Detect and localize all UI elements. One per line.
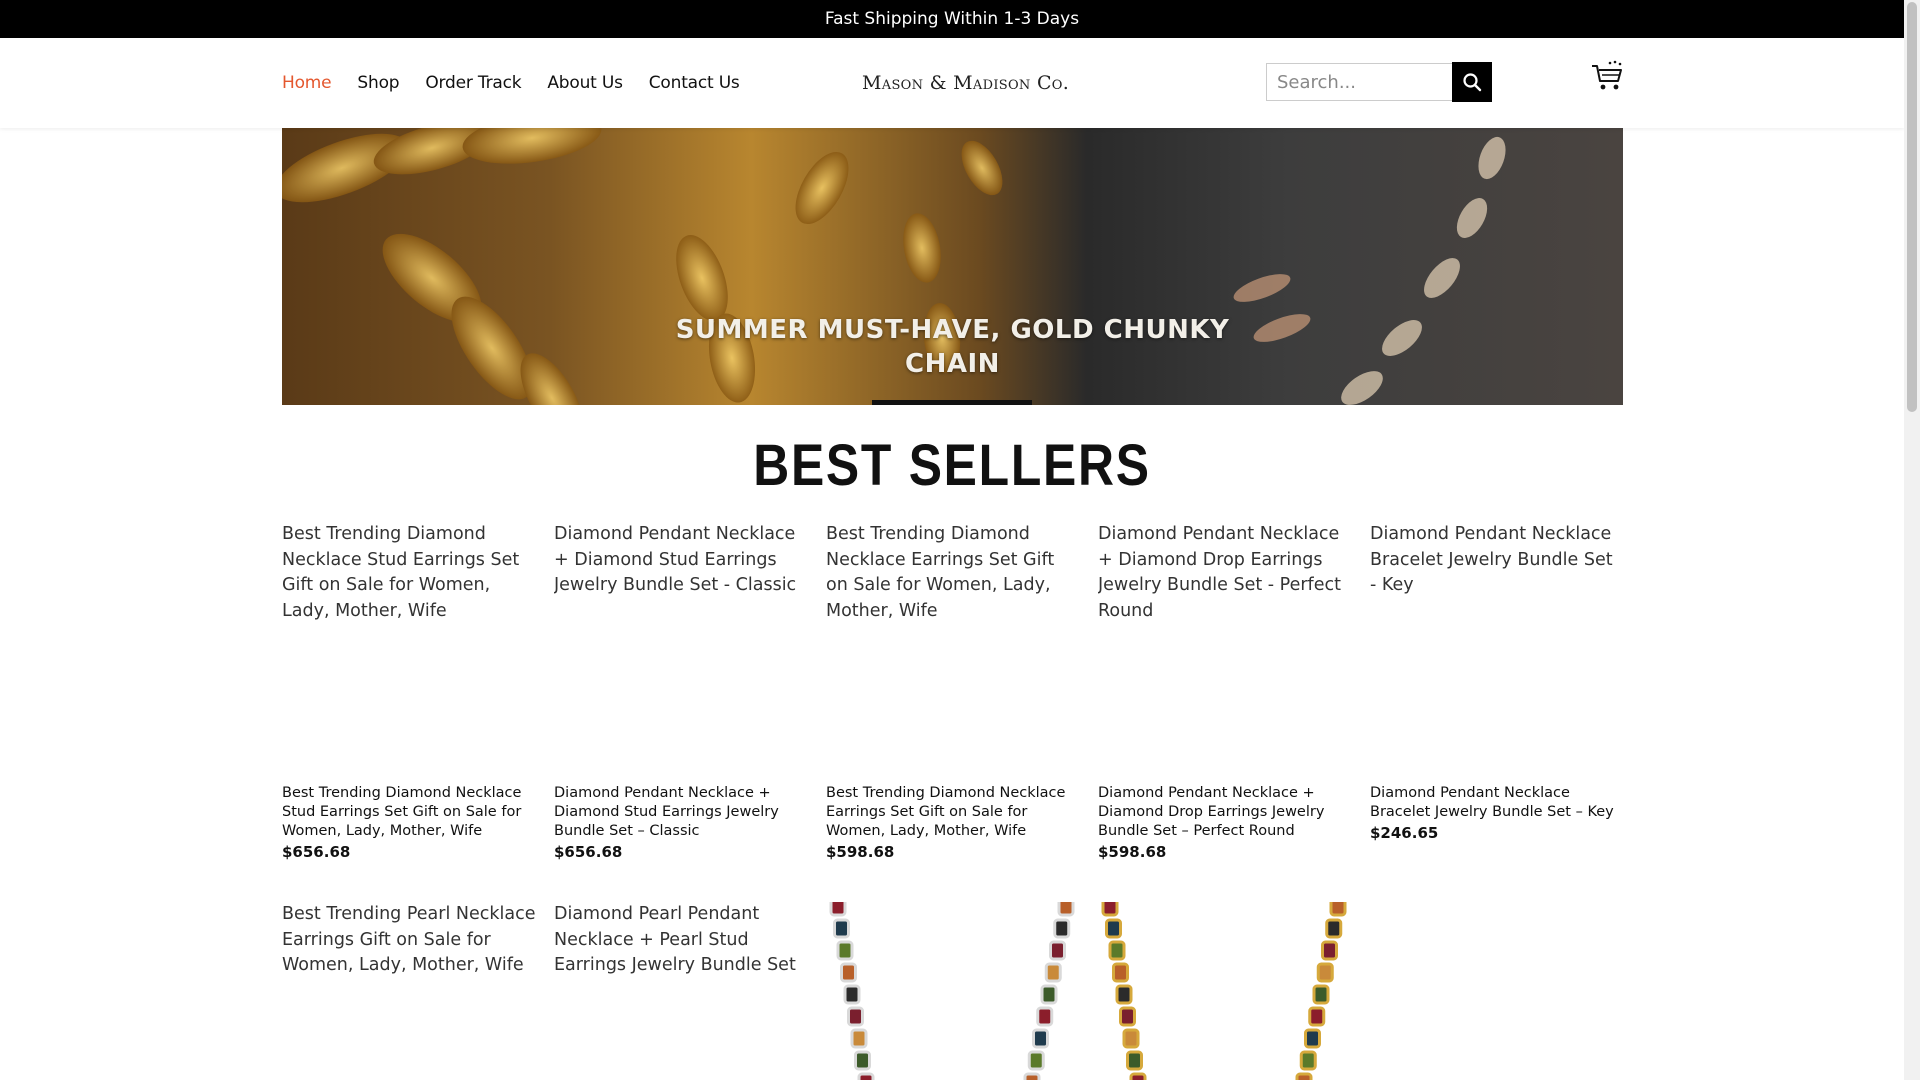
- page: Fast Shipping Within 1-3 Days Home Shop …: [0, 0, 1904, 1080]
- product-card[interactable]: Diamond Pendant Necklace + Diamond Stud …: [554, 522, 808, 861]
- product-card[interactable]: [1098, 902, 1352, 1080]
- product-image-alt[interactable]: Diamond Pendant Necklace + Diamond Drop …: [1098, 522, 1352, 778]
- brand-logo[interactable]: Mason & Madison Co.: [862, 38, 1069, 128]
- product-card[interactable]: Best Trending Pearl Necklace Earrings Gi…: [282, 902, 536, 1080]
- product-price: $656.68: [554, 843, 623, 861]
- product-card[interactable]: Best Trending Diamond Necklace Earrings …: [826, 522, 1080, 861]
- gold-gemstone-necklace-image[interactable]: [1098, 902, 1352, 1080]
- site-header: Home Shop Order Track About Us Contact U…: [0, 38, 1904, 128]
- product-row: Best Trending Diamond Necklace Stud Earr…: [282, 522, 1624, 861]
- product-card[interactable]: Diamond Pearl Pendant Necklace + Pearl S…: [554, 902, 808, 1080]
- product-card[interactable]: Best Trending Diamond Necklace Stud Earr…: [282, 522, 536, 861]
- scrollbar-thumb[interactable]: [1907, 2, 1917, 412]
- nav-home[interactable]: Home: [282, 73, 332, 93]
- main-nav: Home Shop Order Track About Us Contact U…: [282, 38, 740, 128]
- product-price: $246.65: [1370, 824, 1439, 842]
- product-grid: Best Trending Diamond Necklace Stud Earr…: [282, 522, 1624, 861]
- hero-banner[interactable]: SUMMER MUST-HAVE, GOLD CHUNKY CHAIN: [282, 128, 1623, 405]
- nav-shop[interactable]: Shop: [357, 73, 399, 93]
- product-image-alt[interactable]: Diamond Pendant Necklace Bracelet Jewelr…: [1370, 522, 1624, 778]
- nav-contact-us[interactable]: Contact Us: [649, 73, 740, 93]
- product-image-alt[interactable]: Diamond Pendant Necklace + Diamond Stud …: [554, 522, 808, 778]
- best-sellers-heading: BEST SELLERS: [753, 433, 1151, 498]
- scrollbar[interactable]: [1904, 0, 1920, 1080]
- product-card[interactable]: Diamond Pendant Necklace + Diamond Drop …: [1098, 522, 1352, 861]
- product-title[interactable]: Best Trending Diamond Necklace Earrings …: [826, 784, 1080, 841]
- product-image-alt[interactable]: Diamond Pearl Pendant Necklace + Pearl S…: [554, 902, 808, 979]
- product-title[interactable]: Diamond Pendant Necklace + Diamond Drop …: [1098, 784, 1352, 841]
- product-title[interactable]: Diamond Pendant Necklace + Diamond Stud …: [554, 784, 808, 841]
- product-image-alt[interactable]: Best Trending Diamond Necklace Stud Earr…: [282, 522, 536, 778]
- hero-headline-line1: SUMMER MUST-HAVE, GOLD CHUNKY: [675, 315, 1230, 345]
- product-row: Best Trending Pearl Necklace Earrings Gi…: [282, 902, 1352, 1080]
- product-title[interactable]: Best Trending Diamond Necklace Stud Earr…: [282, 784, 536, 841]
- hero-headline: SUMMER MUST-HAVE, GOLD CHUNKY CHAIN: [282, 313, 1623, 381]
- product-price: $598.68: [826, 843, 895, 861]
- product-card[interactable]: Diamond Pendant Necklace Bracelet Jewelr…: [1370, 522, 1624, 861]
- product-price: $598.68: [1098, 843, 1167, 861]
- product-title[interactable]: Diamond Pendant Necklace Bracelet Jewelr…: [1370, 784, 1624, 822]
- announcement-bar: Fast Shipping Within 1-3 Days: [0, 0, 1904, 38]
- silver-gemstone-necklace-image[interactable]: [826, 902, 1080, 1080]
- cart-icon[interactable]: [1590, 59, 1624, 93]
- nav-order-track[interactable]: Order Track: [425, 73, 521, 93]
- search-input[interactable]: [1266, 63, 1452, 101]
- search-button[interactable]: [1452, 62, 1492, 102]
- announcement-text: Fast Shipping Within 1-3 Days: [824, 9, 1080, 29]
- product-image-alt[interactable]: Best Trending Diamond Necklace Earrings …: [826, 522, 1080, 778]
- hero-headline-line2: CHAIN: [905, 349, 1000, 379]
- nav-about-us[interactable]: About Us: [547, 73, 623, 93]
- search-form: [1266, 62, 1492, 102]
- product-card[interactable]: [826, 902, 1080, 1080]
- product-image-alt[interactable]: Best Trending Pearl Necklace Earrings Gi…: [282, 902, 536, 979]
- search-icon: [1463, 73, 1482, 92]
- product-price: $656.68: [282, 843, 351, 861]
